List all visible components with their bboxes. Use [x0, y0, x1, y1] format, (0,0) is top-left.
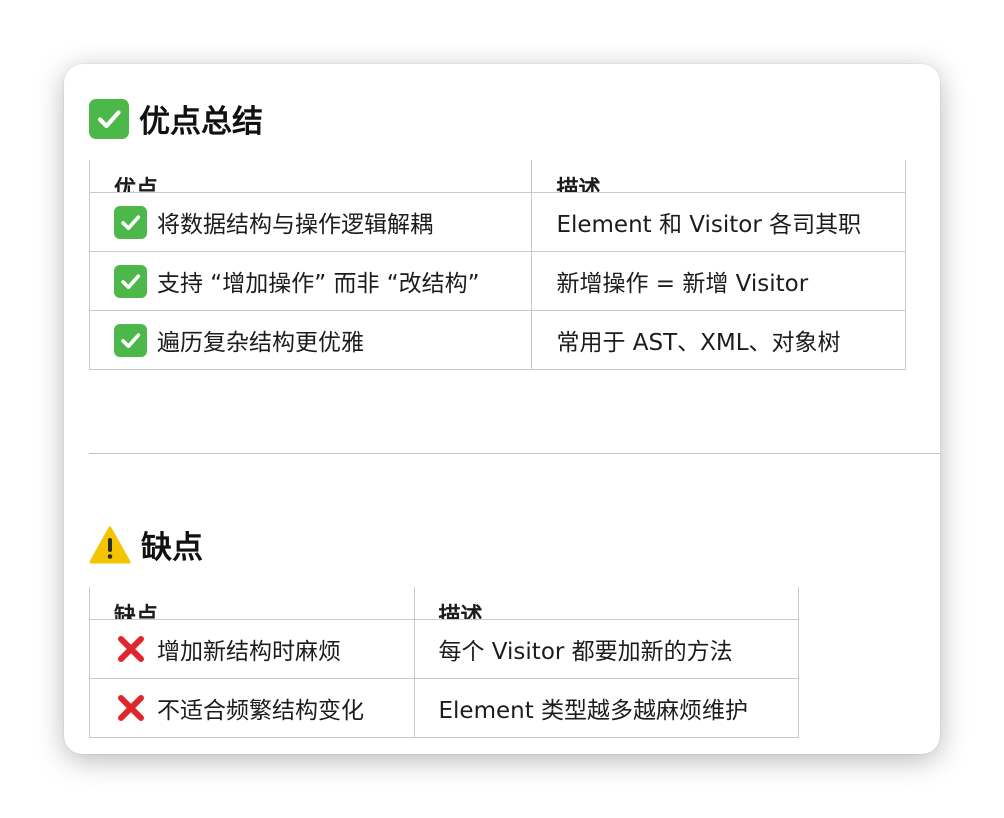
column-header-disadvantage: 缺点 [89, 587, 415, 620]
pros-heading: 优点总结 [89, 96, 263, 141]
advantage-text: 遍历复杂结构更优雅 [157, 330, 364, 356]
warning-icon [89, 525, 131, 565]
description-text: 常用于 AST、XML、对象树 [531, 310, 906, 370]
cons-heading: 缺点 [89, 522, 203, 567]
header-clip-mask [64, 569, 940, 587]
table-row: 增加新结构时麻烦 每个 Visitor 都要加新的方法 [89, 619, 799, 679]
check-mark-icon [114, 264, 147, 298]
advantage-text: 支持 “增加操作” 而非 “改结构” [157, 271, 480, 297]
column-header-description: 描述 [413, 587, 799, 620]
pros-table: 优点 描述 将数据结构与操作逻辑解耦 Element 和 Visitor 各司其… [88, 160, 906, 370]
description-text: Element 类型越多越麻烦维护 [413, 678, 799, 738]
cross-mark-icon [114, 633, 147, 666]
table-row: 不适合频繁结构变化 Element 类型越多越麻烦维护 [89, 678, 799, 738]
description-text: 新增操作 = 新增 Visitor [531, 251, 906, 311]
description-text: 每个 Visitor 都要加新的方法 [413, 619, 799, 679]
disadvantage-text: 不适合频繁结构变化 [157, 698, 364, 724]
disadvantage-text: 增加新结构时麻烦 [157, 639, 341, 665]
content-card: 优点总结 优点 描述 将数据结构与操作逻辑解耦 Element 和 Visito… [64, 64, 940, 754]
pros-title: 优点总结 [139, 104, 263, 140]
table-header-row: 优点 描述 [88, 160, 906, 193]
check-mark-icon [114, 323, 147, 357]
table-row: 遍历复杂结构更优雅 常用于 AST、XML、对象树 [88, 310, 906, 370]
table-row: 将数据结构与操作逻辑解耦 Element 和 Visitor 各司其职 [88, 192, 906, 252]
table-row: 支持 “增加操作” 而非 “改结构” 新增操作 = 新增 Visitor [88, 251, 906, 311]
cross-mark-icon [114, 692, 147, 725]
check-mark-icon [114, 205, 147, 239]
check-mark-icon [89, 98, 129, 139]
cons-title: 缺点 [141, 530, 203, 566]
section-divider [89, 453, 940, 454]
column-header-description: 描述 [531, 160, 906, 193]
advantage-text: 将数据结构与操作逻辑解耦 [157, 212, 433, 238]
cons-table: 缺点 描述 增加新结构时麻烦 每个 Visitor 都要加新的方法 不适合频繁结… [89, 587, 799, 738]
table-header-row: 缺点 描述 [89, 587, 799, 620]
header-clip-mask [64, 142, 940, 160]
description-text: Element 和 Visitor 各司其职 [531, 192, 906, 252]
column-header-advantage: 优点 [88, 160, 533, 193]
